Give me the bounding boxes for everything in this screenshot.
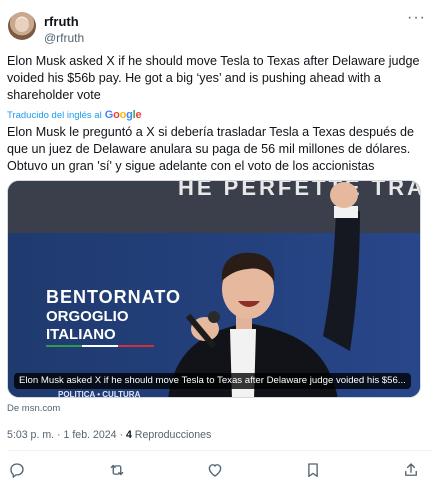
retweet-button[interactable]: [108, 461, 128, 481]
translation-attribution[interactable]: Traducido del inglés al Google: [7, 109, 142, 121]
share-icon: [405, 463, 417, 476]
more-options-button[interactable]: ···: [407, 10, 426, 26]
svg-text:BENTORNATO: BENTORNATO: [46, 287, 181, 307]
tweet-timestamp: 5:03 p. m. · 1 feb. 2024 · 4 Reproduccio…: [7, 429, 211, 441]
svg-text:HE PERFETTE TRADIZIONI: HE PERFETTE TRADIZIONI: [178, 181, 421, 200]
divider: [7, 450, 433, 451]
share-button[interactable]: [402, 461, 422, 481]
tweet-time[interactable]: 5:03 p. m. · 1 feb. 2024 ·: [7, 429, 126, 441]
views-label: Reproducciones: [131, 429, 212, 441]
translated-by-label: Traducido del inglés al: [7, 109, 102, 121]
retweet-icon: [110, 464, 124, 476]
reply-button[interactable]: [8, 461, 28, 481]
like-button[interactable]: [206, 461, 226, 481]
bookmark-button[interactable]: [304, 461, 324, 481]
author-name[interactable]: rfruth: [44, 14, 79, 29]
svg-text:ITALIANO: ITALIANO: [46, 326, 116, 343]
bookmark-icon: [308, 463, 318, 478]
translated-text: Elon Musk le preguntó a X si debería tra…: [7, 125, 414, 173]
musk-photo: HE PERFETTE TRADIZIONI BENTORNATO ORGOGL…: [8, 181, 421, 398]
link-card-caption: Elon Musk asked X if he should move Tesl…: [14, 373, 411, 389]
author-handle[interactable]: @rfruth: [44, 31, 84, 45]
svg-text:POLITICA • CULTURA: POLITICA • CULTURA: [58, 390, 141, 398]
tweet-actions: [0, 458, 440, 484]
avatar[interactable]: [8, 12, 36, 40]
reply-icon: [10, 463, 24, 478]
svg-text:ORGOGLIO: ORGOGLIO: [46, 308, 129, 325]
google-logo: Google: [104, 109, 142, 121]
like-icon: [208, 464, 222, 477]
avatar-face: [15, 18, 29, 32]
tweet-card: rfruth @rfruth ··· Elon Musk asked X if …: [0, 0, 440, 497]
link-card-image[interactable]: HE PERFETTE TRADIZIONI BENTORNATO ORGOGL…: [7, 180, 421, 398]
link-source[interactable]: De msn.com: [7, 403, 60, 414]
tweet-text: Elon Musk asked X if he should move Tesl…: [7, 54, 420, 102]
